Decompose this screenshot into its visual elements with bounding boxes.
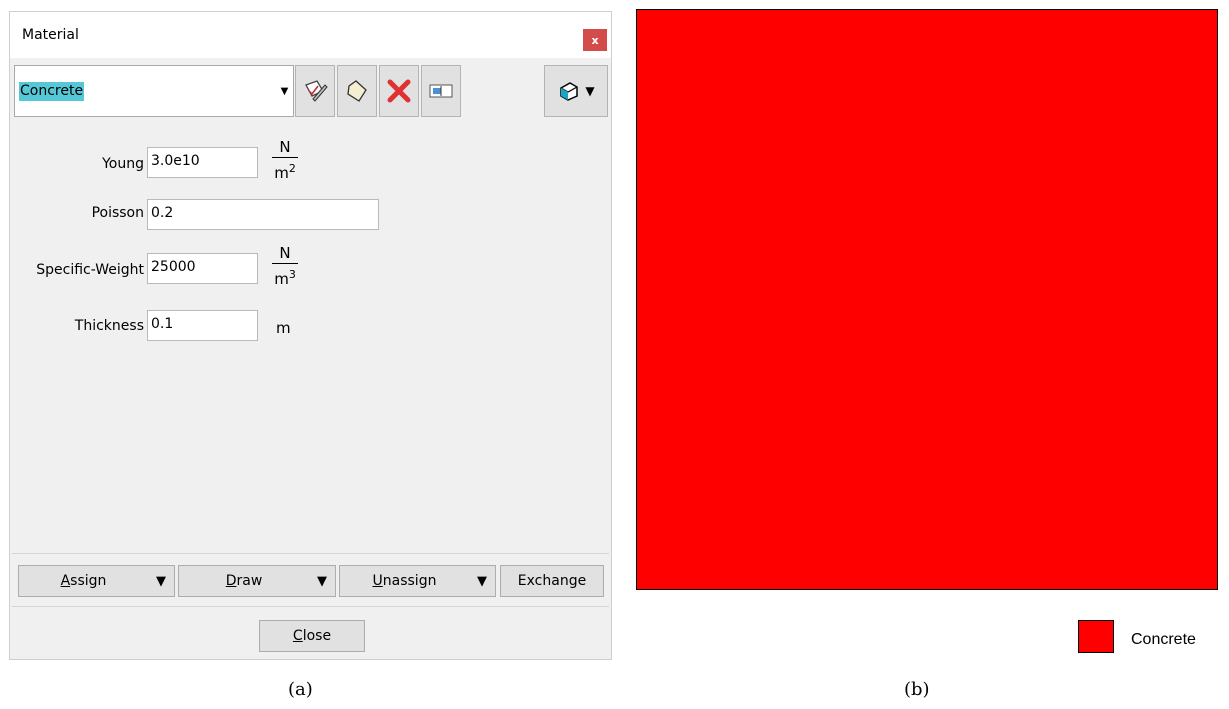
- thickness-label: Thickness: [74, 318, 144, 334]
- legend-label-concrete: Concrete: [1131, 631, 1196, 648]
- material-combobox[interactable]: Concrete ▼: [14, 65, 294, 117]
- specific-weight-unit: N m3: [272, 244, 298, 288]
- thickness-unit: m: [276, 319, 291, 337]
- unassign-button[interactable]: Unassign ▼: [339, 565, 496, 597]
- assign-button[interactable]: Assign ▼: [18, 565, 175, 597]
- specific-weight-label: Specific-Weight: [36, 262, 144, 278]
- legend-swatch-concrete: [1078, 620, 1114, 653]
- dialog-titlebar: Material x: [10, 12, 611, 58]
- rename-icon: [429, 84, 453, 98]
- new-material-icon: [347, 80, 367, 102]
- poisson-label: Poisson: [91, 205, 144, 221]
- material-dialog: Material x Concrete ▼ ▼ Young 3.0e10 N m…: [9, 11, 612, 660]
- edit-material-icon: [305, 80, 328, 102]
- action-button-group: Assign ▼ Draw ▼ Unassign ▼ Exchange: [12, 553, 609, 607]
- close-button[interactable]: Close: [259, 620, 365, 652]
- young-unit: N m2: [272, 138, 298, 182]
- delete-icon: [387, 79, 411, 103]
- view-options-button[interactable]: ▼: [544, 65, 608, 117]
- close-window-button[interactable]: x: [583, 29, 607, 51]
- edit-material-button[interactable]: [295, 65, 335, 117]
- chevron-down-icon[interactable]: ▼: [276, 66, 293, 116]
- dialog-title: Material: [22, 27, 79, 43]
- young-input[interactable]: 3.0e10: [147, 147, 258, 178]
- young-label: Young: [102, 156, 144, 172]
- view-options-icon: [560, 82, 579, 101]
- poisson-input[interactable]: 0.2: [147, 199, 379, 230]
- delete-material-button[interactable]: [379, 65, 419, 117]
- new-material-button[interactable]: [337, 65, 377, 117]
- chevron-down-icon: ▼: [477, 573, 487, 589]
- thickness-input[interactable]: 0.1: [147, 310, 258, 341]
- draw-button[interactable]: Draw ▼: [178, 565, 336, 597]
- material-plot-area: [636, 9, 1218, 590]
- exchange-button[interactable]: Exchange: [500, 565, 604, 597]
- caption-a: (a): [288, 679, 313, 700]
- chevron-down-icon: ▼: [317, 573, 327, 589]
- caption-b: (b): [904, 679, 930, 700]
- material-combobox-value: Concrete: [19, 82, 85, 101]
- chevron-down-icon: ▼: [156, 573, 166, 589]
- rename-material-button[interactable]: [421, 65, 461, 117]
- chevron-down-icon: ▼: [585, 84, 595, 98]
- specific-weight-input[interactable]: 25000: [147, 253, 258, 284]
